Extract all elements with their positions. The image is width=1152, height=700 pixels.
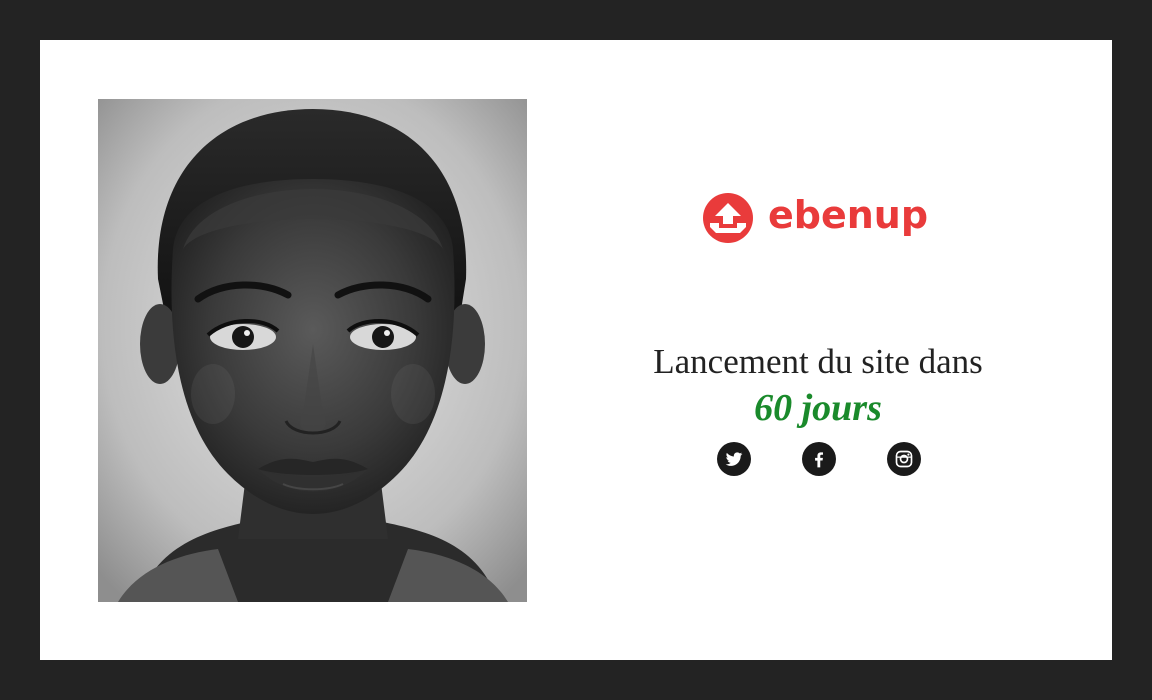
portrait-image: [98, 99, 527, 602]
twitter-link[interactable]: [717, 442, 751, 476]
launch-card: ebenup Lancement du site dans 60 jours: [40, 40, 1112, 660]
twitter-icon: [725, 452, 743, 466]
instagram-icon: [895, 450, 913, 468]
brand-logo[interactable]: ebenup: [702, 192, 928, 244]
launch-headline: Lancement du site dans: [653, 342, 983, 381]
facebook-link[interactable]: [802, 442, 836, 476]
social-links: [717, 442, 921, 476]
upload-arrow-icon: [703, 193, 753, 243]
instagram-link[interactable]: [887, 442, 921, 476]
facebook-icon: [815, 452, 823, 468]
countdown-days: 60 jours: [754, 387, 882, 429]
brand-name: ebenup: [768, 193, 929, 237]
